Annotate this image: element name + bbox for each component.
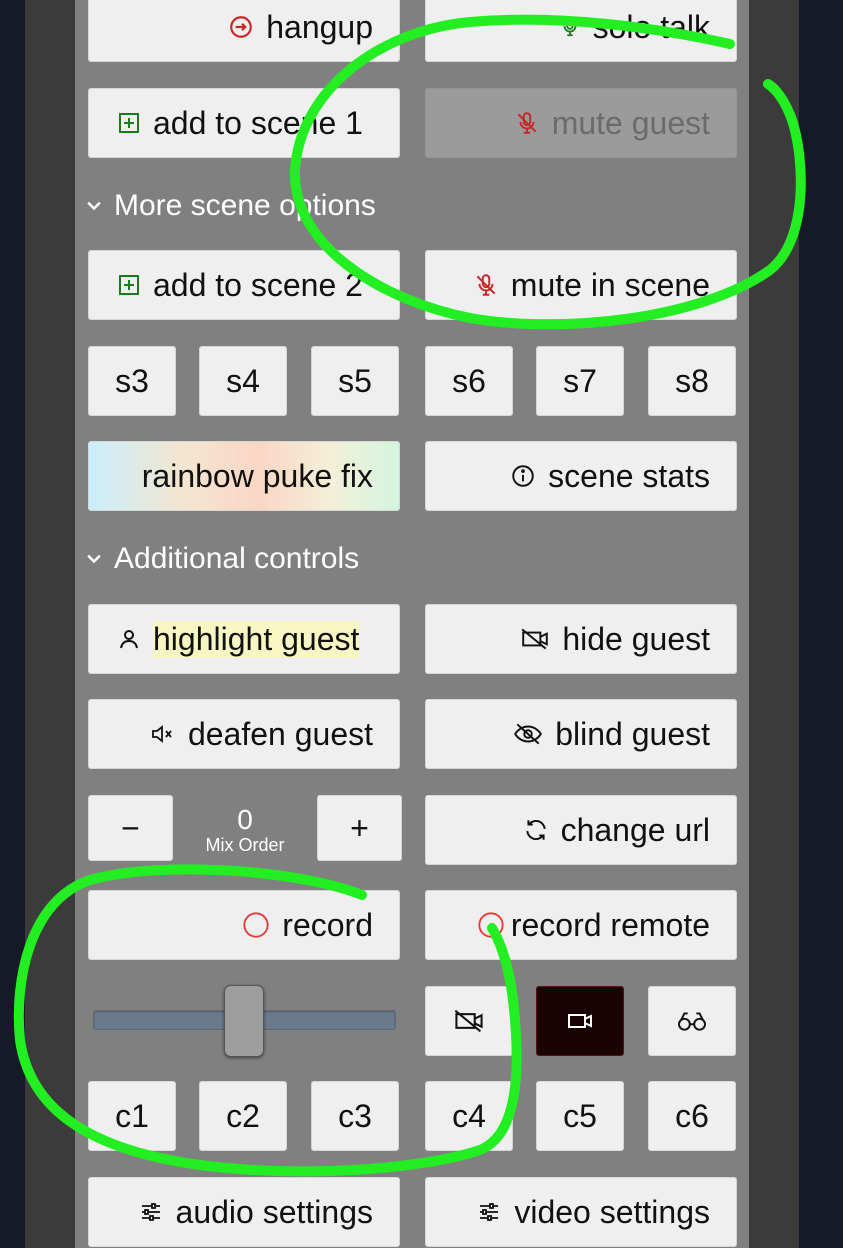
solo-talk-label: solo talk <box>592 8 710 45</box>
camera-label: c4 <box>452 1097 486 1134</box>
record-remote-label: record remote <box>510 906 710 943</box>
chevron-down-icon <box>84 196 104 216</box>
camera-c2-button[interactable]: c2 <box>199 1081 287 1151</box>
camera-on-button[interactable] <box>536 986 624 1056</box>
speaker-mute-icon <box>150 722 176 746</box>
additional-controls-toggle[interactable]: Additional controls <box>84 539 359 579</box>
scene-s8-button[interactable]: s8 <box>648 346 736 416</box>
hangup-button[interactable]: hangup <box>88 0 400 62</box>
binoculars-icon <box>675 1008 709 1034</box>
scene-s7-button[interactable]: s7 <box>536 346 624 416</box>
scene-label: s6 <box>452 362 486 399</box>
rainbow-puke-fix-label: rainbow puke fix <box>141 457 373 494</box>
hide-guest-label: hide guest <box>562 620 710 657</box>
scene-label: s7 <box>563 362 597 399</box>
add-to-scene-2-button[interactable]: add to scene 2 <box>88 250 400 320</box>
video-settings-button[interactable]: video settings <box>425 1177 737 1247</box>
highlight-guest-button[interactable]: highlight guest <box>88 604 400 674</box>
volume-slider-thumb[interactable] <box>224 985 264 1057</box>
add-to-scene-1-button[interactable]: add to scene 1 <box>88 88 400 158</box>
mute-in-scene-label: mute in scene <box>510 266 710 303</box>
audio-settings-button[interactable]: audio settings <box>88 1177 400 1247</box>
scene-stats-button[interactable]: scene stats <box>425 441 737 511</box>
mute-in-scene-button[interactable]: mute in scene <box>425 250 737 320</box>
microphone-slash-icon <box>514 109 540 137</box>
camera-c4-button[interactable]: c4 <box>425 1081 513 1151</box>
binoculars-button[interactable] <box>648 986 736 1056</box>
camera-c5-button[interactable]: c5 <box>536 1081 624 1151</box>
rainbow-puke-fix-button[interactable]: rainbow puke fix <box>88 441 400 511</box>
scene-stats-label: scene stats <box>548 457 710 494</box>
additional-controls-label: Additional controls <box>114 542 360 575</box>
camera-c1-button[interactable]: c1 <box>88 1081 176 1151</box>
mix-order-display: 0 Mix Order <box>175 797 315 863</box>
microphone-icon <box>559 14 581 40</box>
record-remote-button[interactable]: record remote <box>425 890 737 960</box>
info-circle-icon <box>510 463 536 489</box>
deafen-guest-button[interactable]: deafen guest <box>88 699 400 769</box>
scene-label: s3 <box>115 362 149 399</box>
camera-label: c6 <box>675 1097 709 1134</box>
solo-talk-button[interactable]: solo talk <box>425 0 737 62</box>
hangup-label: hangup <box>266 8 373 45</box>
video-camera-slash-icon <box>520 626 550 652</box>
camera-label: c2 <box>226 1097 260 1134</box>
camera-off-button[interactable] <box>425 986 513 1056</box>
plus-icon: + <box>350 809 369 846</box>
change-url-button[interactable]: change url <box>425 795 737 865</box>
more-scene-options-label: More scene options <box>114 189 376 222</box>
record-circle-icon <box>477 911 505 939</box>
camera-label: c3 <box>338 1097 372 1134</box>
chevron-down-icon <box>84 549 104 569</box>
highlight-guest-label: highlight guest <box>153 620 360 658</box>
camera-label: c5 <box>563 1097 597 1134</box>
add-to-scene-1-label: add to scene 1 <box>153 104 363 141</box>
plus-square-icon <box>117 111 141 135</box>
video-settings-label: video settings <box>514 1193 710 1230</box>
mute-guest-label: mute guest <box>551 104 710 141</box>
mix-order-label: Mix Order <box>205 835 285 855</box>
hide-guest-button[interactable]: hide guest <box>425 604 737 674</box>
scene-label: s5 <box>338 362 372 399</box>
blind-guest-button[interactable]: blind guest <box>425 699 737 769</box>
person-icon <box>117 627 141 651</box>
mix-order-increase-button[interactable]: + <box>317 795 402 861</box>
sliders-icon <box>476 1200 502 1224</box>
record-circle-icon <box>242 911 270 939</box>
scene-label: s4 <box>226 362 260 399</box>
sliders-icon <box>138 1200 164 1224</box>
blind-guest-label: blind guest <box>555 715 710 752</box>
mix-order-decrease-button[interactable]: − <box>88 795 173 861</box>
video-camera-slash-icon <box>453 1007 485 1035</box>
eye-slash-icon <box>513 721 543 747</box>
scene-s3-button[interactable]: s3 <box>88 346 176 416</box>
microphone-slash-icon <box>473 271 499 299</box>
refresh-icon <box>523 817 549 843</box>
record-button[interactable]: record <box>88 890 400 960</box>
audio-settings-label: audio settings <box>175 1193 373 1230</box>
camera-c6-button[interactable]: c6 <box>648 1081 736 1151</box>
scene-s4-button[interactable]: s4 <box>199 346 287 416</box>
record-label: record <box>282 906 373 943</box>
more-scene-options-toggle[interactable]: More scene options <box>84 186 376 226</box>
deafen-guest-label: deafen guest <box>187 715 373 752</box>
scene-s6-button[interactable]: s6 <box>425 346 513 416</box>
minus-icon: − <box>121 809 140 846</box>
scene-label: s8 <box>675 362 709 399</box>
hangup-icon <box>228 14 254 40</box>
scene-s5-button[interactable]: s5 <box>311 346 399 416</box>
mix-order-value: 0 <box>237 804 253 835</box>
add-to-scene-2-label: add to scene 2 <box>153 266 363 303</box>
video-camera-icon <box>564 1009 596 1033</box>
camera-label: c1 <box>115 1097 149 1134</box>
plus-square-icon <box>117 273 141 297</box>
change-url-label: change url <box>560 811 710 848</box>
camera-c3-button[interactable]: c3 <box>311 1081 399 1151</box>
mute-guest-button[interactable]: mute guest <box>425 88 737 158</box>
